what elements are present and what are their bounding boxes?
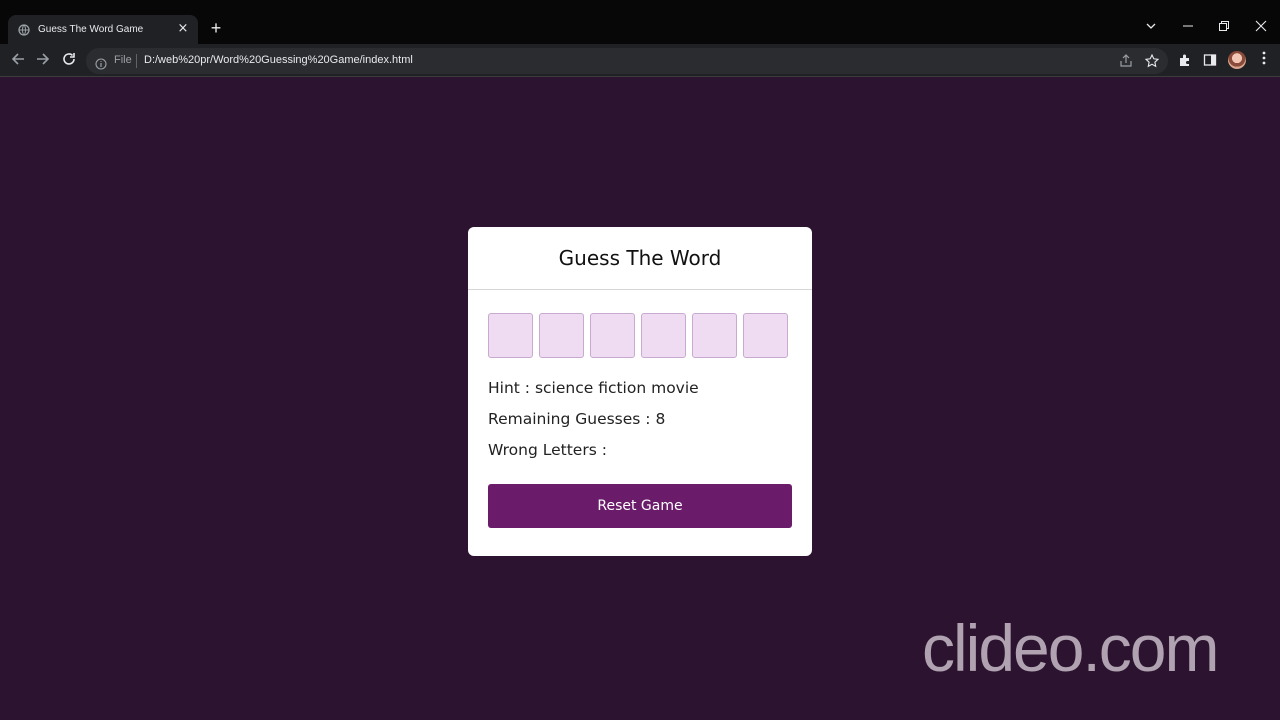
new-tab-button[interactable]: + [208, 19, 224, 37]
extensions-icon[interactable] [1178, 52, 1194, 68]
tab-search-icon[interactable] [1141, 18, 1161, 38]
letter-box[interactable] [641, 313, 686, 358]
profile-avatar[interactable] [1228, 51, 1246, 69]
tab-close-icon[interactable]: × [177, 22, 189, 35]
letter-box[interactable] [692, 313, 737, 358]
reload-icon[interactable] [59, 51, 79, 71]
reset-game-button[interactable]: Reset Game [488, 484, 792, 528]
browser-toolbar: File D:/web%20pr/Word%20Guessing%20Game/… [0, 44, 1280, 77]
tab-title: Guess The Word Game [38, 24, 144, 35]
watermark-logo: clideo.com [922, 611, 1219, 685]
side-panel-icon[interactable] [1203, 52, 1219, 68]
remaining-guesses-text: Remaining Guesses : 8 [488, 410, 666, 428]
letter-inputs [488, 313, 788, 358]
share-icon[interactable] [1119, 53, 1135, 69]
game-title: Guess The Word [558, 246, 722, 270]
divider [136, 54, 137, 68]
restore-icon[interactable] [1214, 18, 1234, 38]
close-window-icon[interactable] [1251, 18, 1271, 38]
game-card: Guess The Word Hint : science fiction mo… [468, 227, 812, 556]
hint-text: Hint : science fiction movie [488, 379, 699, 397]
file-label: File [114, 54, 132, 66]
letter-box[interactable] [590, 313, 635, 358]
letter-box[interactable] [539, 313, 584, 358]
wrong-letters-text: Wrong Letters : [488, 441, 607, 459]
info-icon[interactable] [95, 55, 107, 70]
letter-box[interactable] [488, 313, 533, 358]
star-icon[interactable] [1144, 53, 1161, 69]
letter-box[interactable] [743, 313, 788, 358]
back-arrow-icon[interactable] [8, 51, 28, 71]
browser-tab-strip: Guess The Word Game × + [0, 0, 1280, 44]
url-text[interactable]: D:/web%20pr/Word%20Guessing%20Game/index… [144, 54, 413, 66]
address-bar[interactable]: File D:/web%20pr/Word%20Guessing%20Game/… [86, 48, 1168, 74]
browser-tab[interactable]: Guess The Word Game × [8, 15, 198, 44]
globe-icon [17, 23, 31, 37]
forward-arrow-icon[interactable] [33, 51, 53, 71]
minimize-icon[interactable] [1178, 18, 1198, 38]
more-menu-icon[interactable] [1256, 51, 1272, 71]
title-divider [468, 289, 812, 290]
